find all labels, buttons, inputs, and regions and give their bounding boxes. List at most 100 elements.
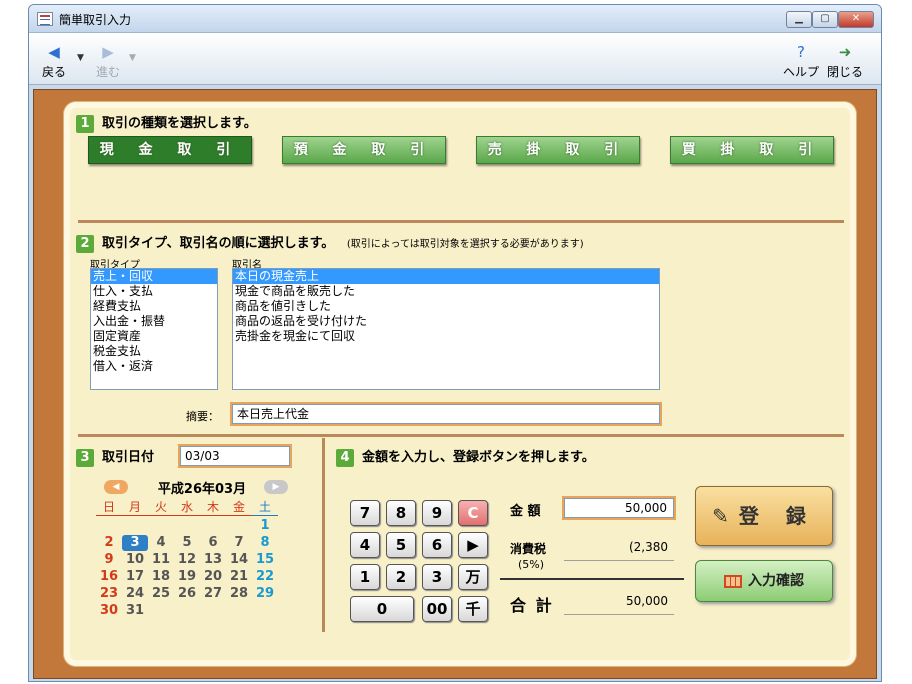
main-window: 簡単取引入力 ▁ ▢ ✕ ◀ 戻る ▼ ▶ 進む ▼ ? ヘルプ ➜ 閉じる 1… xyxy=(28,4,882,682)
calendar-day[interactable]: 11 xyxy=(148,552,174,568)
calendar-day[interactable]: 6 xyxy=(200,535,226,551)
tax-underline xyxy=(564,560,674,561)
cash-transaction-button[interactable]: 現 金 取 引 xyxy=(88,136,252,164)
toolbar: ◀ 戻る ▼ ▶ 進む ▼ ? ヘルプ ➜ 閉じる xyxy=(29,33,881,85)
calendar-day[interactable]: 17 xyxy=(122,569,148,585)
transaction-name-list[interactable]: 本日の現金売上 現金で商品を販売した 商品を値引きした 商品の返品を受け付けた … xyxy=(232,268,660,390)
calendar-day[interactable]: 20 xyxy=(200,569,226,585)
weekday-header: 木 xyxy=(200,498,226,516)
section3-number: 3 xyxy=(76,448,94,467)
forward-button[interactable]: ▶ 進む xyxy=(91,41,125,80)
key-8[interactable]: 8 xyxy=(386,500,416,526)
register-button[interactable]: ✎登 録 xyxy=(695,486,833,546)
calendar-day[interactable]: 1 xyxy=(252,518,278,534)
key-3[interactable]: 3 xyxy=(422,564,452,590)
deposit-transaction-button[interactable]: 預 金 取 引 xyxy=(282,136,446,164)
entry-panel: 1 取引の種類を選択します。 現 金 取 引 預 金 取 引 売 掛 取 引 買 … xyxy=(64,102,856,666)
calendar-day[interactable]: 31 xyxy=(122,603,148,619)
key-7[interactable]: 7 xyxy=(350,500,380,526)
calendar-day[interactable]: 22 xyxy=(252,569,278,585)
section1-title: 取引の種類を選択します。 xyxy=(102,116,257,131)
forward-dropdown-icon[interactable]: ▼ xyxy=(129,53,136,63)
calendar-day[interactable]: 24 xyxy=(122,586,148,602)
section1-header: 1 取引の種類を選択します。 xyxy=(76,112,257,133)
key-5[interactable]: 5 xyxy=(386,532,416,558)
maximize-button[interactable]: ▢ xyxy=(812,11,838,28)
calendar-day[interactable]: 26 xyxy=(174,586,200,602)
calendar-day[interactable]: 21 xyxy=(226,569,252,585)
ten-thousand-key[interactable]: 万 xyxy=(458,564,488,590)
next-month-button[interactable]: ▶ xyxy=(264,480,288,494)
tax-rate: (5%) xyxy=(518,558,545,571)
calendar-day[interactable]: 30 xyxy=(96,603,122,619)
key-2[interactable]: 2 xyxy=(386,564,416,590)
transaction-type-list[interactable]: 売上・回収 仕入・支払 経費支払 入出金・振替 固定資産 税金支払 借入・返済 xyxy=(90,268,218,390)
list-item[interactable]: 固定資産 xyxy=(91,329,217,344)
calendar-day[interactable]: 14 xyxy=(226,552,252,568)
calendar-day[interactable]: 9 xyxy=(96,552,122,568)
calendar-day[interactable]: 13 xyxy=(200,552,226,568)
receivable-transaction-button[interactable]: 売 掛 取 引 xyxy=(476,136,640,164)
calendar-day[interactable]: 4 xyxy=(148,535,174,551)
calendar-day[interactable]: 12 xyxy=(174,552,200,568)
calendar-day[interactable]: 23 xyxy=(96,586,122,602)
help-button[interactable]: ? ヘルプ xyxy=(781,41,821,80)
weekday-header: 火 xyxy=(148,498,174,516)
section2-title: 取引タイプ、取引名の順に選択します。 xyxy=(102,236,335,251)
list-item[interactable]: 仕入・支払 xyxy=(91,284,217,299)
date-input[interactable]: 03/03 xyxy=(180,446,290,466)
calendar-day[interactable]: 19 xyxy=(174,569,200,585)
total-underline xyxy=(564,614,674,615)
calendar-day[interactable]: 7 xyxy=(226,535,252,551)
close-button[interactable]: ➜ 閉じる xyxy=(825,41,865,80)
key-1[interactable]: 1 xyxy=(350,564,380,590)
list-item[interactable]: 税金支払 xyxy=(91,344,217,359)
key-0[interactable]: 0 xyxy=(350,596,414,622)
calendar-day[interactable]: 28 xyxy=(226,586,252,602)
list-item[interactable]: 売掛金を現金にて回収 xyxy=(233,329,659,344)
list-item[interactable]: 売上・回収 xyxy=(91,269,217,284)
back-dropdown-icon[interactable]: ▼ xyxy=(77,53,84,63)
clear-key[interactable]: C xyxy=(458,500,488,526)
calendar-day[interactable]: 10 xyxy=(122,552,148,568)
calendar-day[interactable]: 27 xyxy=(200,586,226,602)
calendar-day[interactable]: 25 xyxy=(148,586,174,602)
list-item[interactable]: 商品を値引きした xyxy=(233,299,659,314)
key-6[interactable]: 6 xyxy=(422,532,452,558)
close-window-button[interactable]: ✕ xyxy=(838,11,874,28)
list-item[interactable]: 現金で商品を販売した xyxy=(233,284,659,299)
calendar-day[interactable]: 5 xyxy=(174,535,200,551)
calendar-day[interactable]: 29 xyxy=(252,586,278,602)
calendar-day[interactable]: 8 xyxy=(252,535,278,551)
calendar-day[interactable]: 3 xyxy=(122,535,148,551)
list-item[interactable]: 商品の返品を受け付けた xyxy=(233,314,659,329)
key-9[interactable]: 9 xyxy=(422,500,452,526)
divider xyxy=(322,438,325,632)
exit-door-icon: ➜ xyxy=(838,43,852,61)
calendar-day[interactable]: 16 xyxy=(96,569,122,585)
memo-label: 摘要： xyxy=(186,410,219,423)
payable-transaction-button[interactable]: 買 掛 取 引 xyxy=(670,136,834,164)
memo-input[interactable]: 本日売上代金 xyxy=(232,404,660,424)
total-value: 50,000 xyxy=(626,594,668,608)
key-00[interactable]: 00 xyxy=(422,596,452,622)
minimize-button[interactable]: ▁ xyxy=(786,11,812,28)
back-button[interactable]: ◀ 戻る xyxy=(37,41,71,80)
list-item[interactable]: 経費支払 xyxy=(91,299,217,314)
amount-input[interactable]: 50,000 xyxy=(564,498,674,518)
prev-month-button[interactable]: ◀ xyxy=(104,480,128,494)
key-4[interactable]: 4 xyxy=(350,532,380,558)
calendar-day[interactable]: 18 xyxy=(148,569,174,585)
weekday-header: 日 xyxy=(96,498,122,516)
list-item[interactable]: 本日の現金売上 xyxy=(233,269,659,284)
section2-number: 2 xyxy=(76,234,94,253)
calendar-day[interactable]: 15 xyxy=(252,552,278,568)
list-item[interactable]: 入出金・振替 xyxy=(91,314,217,329)
list-item[interactable]: 借入・返済 xyxy=(91,359,217,374)
calendar-day[interactable]: 2 xyxy=(96,535,122,551)
section4-header: 4 金額を入力し、登録ボタンを押します。 xyxy=(336,446,595,467)
next-key[interactable]: ▶ xyxy=(458,532,488,558)
thousand-key[interactable]: 千 xyxy=(458,596,488,622)
confirm-input-button[interactable]: 入力確認 xyxy=(695,560,833,602)
tax-value: (2,380 xyxy=(628,540,668,554)
